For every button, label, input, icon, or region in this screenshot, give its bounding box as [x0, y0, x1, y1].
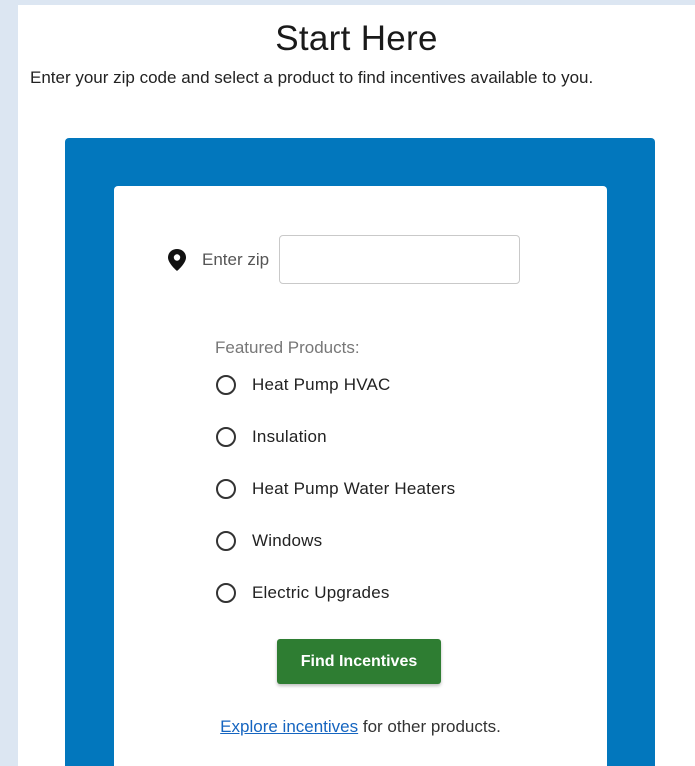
product-option-label: Electric Upgrades: [252, 582, 390, 602]
radio-button[interactable]: [216, 530, 236, 551]
explore-suffix: for other products.: [358, 717, 501, 736]
product-option-electric-upgrades[interactable]: Electric Upgrades: [216, 580, 455, 605]
radio-button[interactable]: [216, 478, 236, 499]
featured-products-label: Featured Products:: [215, 338, 360, 357]
zip-row: Enter zip: [166, 235, 521, 284]
product-option-label: Heat Pump Water Heaters: [252, 478, 456, 498]
map-pin-icon: [166, 248, 188, 272]
explore-row: Explore incentives for other products.: [114, 717, 607, 737]
page: Start Here Enter your zip code and selec…: [18, 5, 695, 766]
product-option-label: Insulation: [252, 426, 327, 446]
product-option-label: Windows: [252, 530, 323, 550]
page-subtitle: Enter your zip code and select a product…: [30, 68, 594, 87]
radio-button[interactable]: [216, 374, 236, 395]
product-option-heat-pump-hvac[interactable]: Heat Pump HVAC: [216, 372, 455, 397]
product-option-windows[interactable]: Windows: [216, 528, 455, 553]
product-option-insulation[interactable]: Insulation: [216, 424, 455, 449]
find-incentives-button[interactable]: Find Incentives: [277, 639, 441, 684]
radio-button[interactable]: [216, 582, 236, 603]
product-option-label: Heat Pump HVAC: [252, 374, 391, 394]
page-title: Start Here: [275, 19, 438, 58]
zip-label: Enter zip: [202, 249, 270, 269]
product-option-heat-pump-water-heaters[interactable]: Heat Pump Water Heaters: [216, 476, 455, 501]
zip-input[interactable]: [279, 235, 521, 284]
product-radio-list: Heat Pump HVAC Insulation Heat Pump Wate…: [216, 372, 455, 632]
explore-incentives-link[interactable]: Explore incentives: [220, 717, 358, 736]
incentive-form-card: Enter zip Featured Products: Heat Pump H…: [114, 186, 607, 766]
radio-button[interactable]: [216, 426, 236, 447]
incentive-panel: Enter zip Featured Products: Heat Pump H…: [65, 138, 655, 766]
